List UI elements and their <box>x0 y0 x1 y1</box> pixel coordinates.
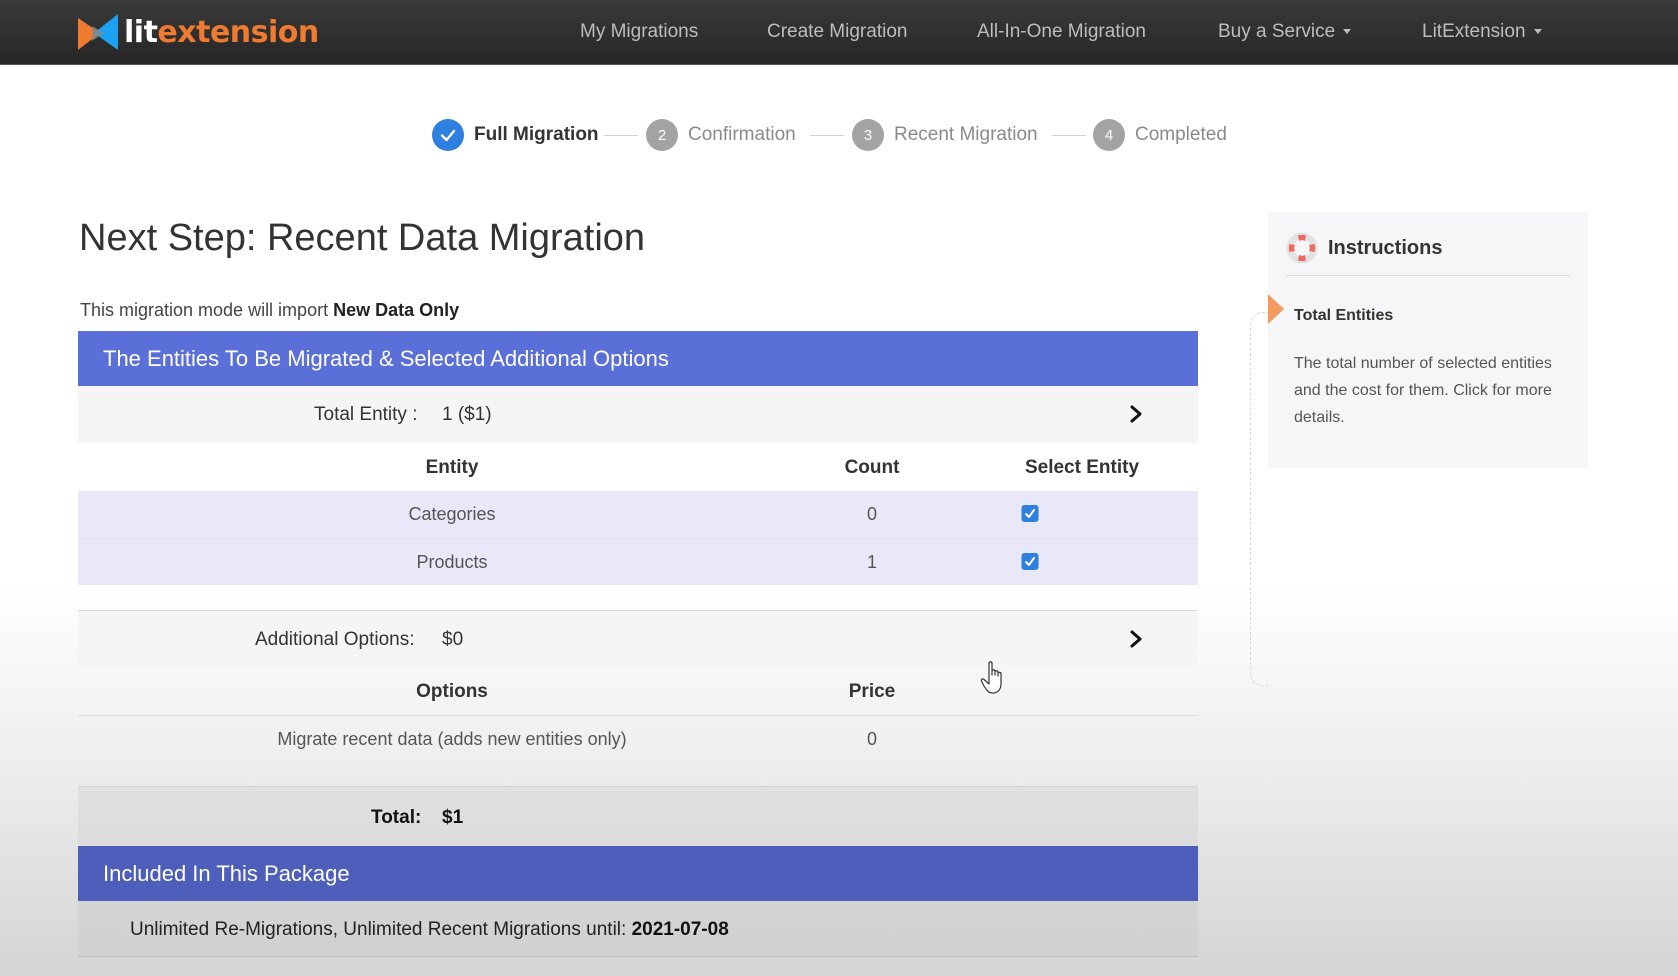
entity-name: Categories <box>408 504 496 524</box>
caret-down-icon <box>1533 29 1542 35</box>
step-connector <box>1052 135 1086 136</box>
step-completed[interactable]: 4 Completed <box>1093 118 1227 152</box>
nav-my-migrations[interactable]: My Migrations <box>580 21 698 43</box>
caret-down-icon <box>1343 29 1352 35</box>
select-entity-checkbox[interactable] <box>1021 505 1039 522</box>
instructions-header: Instructions <box>1286 232 1442 264</box>
checkmark-icon <box>1025 509 1035 518</box>
check-icon <box>432 119 464 151</box>
instruction-pointer-arrow <box>1268 294 1284 324</box>
additional-options-row[interactable]: Additional Options: $0 <box>78 611 1198 668</box>
logo-bowtie-icon <box>78 14 118 50</box>
litextension-logo[interactable]: litextension <box>78 14 319 52</box>
nav-create-migration[interactable]: Create Migration <box>767 21 907 43</box>
additional-options-label: Additional Options: <box>255 629 415 650</box>
checkmark-icon <box>1025 557 1035 566</box>
nav-label: LitExtension <box>1422 21 1526 42</box>
mode-value: New Data Only <box>333 300 460 320</box>
step-connector <box>810 135 844 136</box>
logo-text-lit: lit <box>124 15 158 50</box>
total-entity-row[interactable]: Total Entity : 1 ($1) <box>78 386 1198 443</box>
additional-options-value: $0 <box>442 629 464 650</box>
page-title: Next Step: Recent Data Migration <box>79 217 646 259</box>
nav-label: My Migrations <box>580 21 699 42</box>
total-entity-label: Total Entity : <box>314 404 418 425</box>
step-confirmation[interactable]: 2 Confirmation <box>646 118 796 152</box>
entity-name: Products <box>416 552 488 572</box>
column-header-entity: Entity <box>425 457 479 478</box>
package-text: Unlimited Re-Migrations, Unlimited Recen… <box>130 919 729 941</box>
total-entity-value: 1 ($1) <box>442 404 492 425</box>
chevron-right-icon[interactable] <box>1124 402 1148 426</box>
instructions-body: The total number of selected entities an… <box>1294 355 1552 426</box>
package-panel-header: Included In This Package <box>78 846 1198 901</box>
step-label: Full Migration <box>474 124 599 145</box>
step-full-migration[interactable]: Full Migration <box>432 118 599 152</box>
instructions-subtitle: Total Entities <box>1294 307 1394 324</box>
step-number-badge: 2 <box>646 119 678 151</box>
entity-row-products: Products 1 <box>78 538 1198 585</box>
option-price: 0 <box>866 729 878 749</box>
instructions-title: Instructions <box>1328 236 1443 259</box>
mode-prefix: This migration mode will import <box>80 300 329 320</box>
nav-litextension[interactable]: LitExtension <box>1422 21 1542 43</box>
column-header-select-entity: Select Entity <box>1024 457 1140 478</box>
column-header-count: Count <box>844 457 900 478</box>
option-row: Migrate recent data (adds new entities o… <box>78 716 1198 763</box>
step-connector <box>604 135 638 136</box>
entity-row-categories: Categories 0 <box>78 491 1198 538</box>
migration-mode-text: This migration mode will import New Data… <box>80 300 459 321</box>
step-label: Completed <box>1135 124 1227 145</box>
instruction-connector-line <box>1250 312 1268 686</box>
logo-text-extension: extension <box>157 15 319 50</box>
step-number-badge: 3 <box>852 119 884 151</box>
instructions-card: Instructions Total Entities The total nu… <box>1268 212 1588 468</box>
option-name: Migrate recent data (adds new entities o… <box>277 729 627 749</box>
chevron-right-icon[interactable] <box>1124 627 1148 651</box>
step-recent-migration[interactable]: 3 Recent Migration <box>852 118 1038 152</box>
lifebuoy-icon <box>1286 232 1318 264</box>
package-details-row: Unlimited Re-Migrations, Unlimited Recen… <box>78 901 1198 957</box>
column-header-price: Price <box>848 681 896 702</box>
select-entity-checkbox[interactable] <box>1021 553 1039 570</box>
step-label: Confirmation <box>688 124 796 145</box>
column-header-options: Options <box>416 681 488 702</box>
nav-label: All-In-One Migration <box>977 21 1146 42</box>
nav-label: Buy a Service <box>1218 21 1336 42</box>
top-navbar: litextension My Migrations Create Migrat… <box>0 0 1678 65</box>
total-value: $1 <box>442 807 464 828</box>
entity-count: 0 <box>866 504 878 524</box>
entity-count: 1 <box>866 552 878 572</box>
instructions-divider <box>1286 275 1570 276</box>
total-row: Total: $1 <box>78 786 1198 846</box>
package-description: Unlimited Re-Migrations, Unlimited Recen… <box>130 919 627 940</box>
nav-buy-a-service[interactable]: Buy a Service <box>1218 21 1352 43</box>
total-label: Total: <box>371 807 422 828</box>
hand-pointer-cursor-icon <box>980 661 1002 694</box>
step-number-badge: 4 <box>1093 119 1125 151</box>
package-expiry-date: 2021-07-08 <box>631 919 729 940</box>
entities-panel-header: The Entities To Be Migrated & Selected A… <box>78 331 1198 386</box>
nav-all-in-one-migration[interactable]: All-In-One Migration <box>977 21 1146 43</box>
step-label: Recent Migration <box>894 124 1038 145</box>
nav-label: Create Migration <box>767 21 908 42</box>
